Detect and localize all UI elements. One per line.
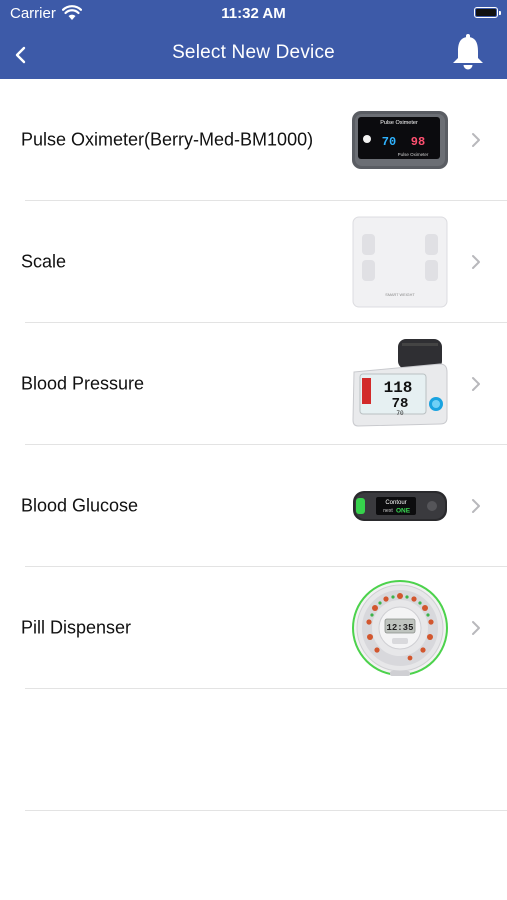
chevron-right-icon: [472, 133, 480, 147]
image-text: 118: [384, 379, 413, 397]
chevron-right-icon: [472, 499, 480, 513]
blood-glucose-meter-image: Contour next ONE: [350, 456, 450, 556]
pill-dispenser-image: 12:35: [350, 578, 450, 678]
empty-row: [0, 689, 507, 811]
image-text: 98: [411, 135, 425, 149]
image-text: 70: [396, 410, 404, 417]
image-text: 12:35: [386, 623, 413, 633]
device-label: Blood Pressure: [21, 373, 145, 394]
image-text: Pulse Oximeter: [398, 152, 429, 157]
status-bar: Carrier 11:32 AM: [0, 0, 507, 28]
device-list: Pulse Oximeter(Berry-Med-BM1000) Pulse O…: [0, 79, 507, 811]
device-row-pulse-oximeter[interactable]: Pulse Oximeter(Berry-Med-BM1000) Pulse O…: [0, 79, 507, 201]
device-label: Blood Glucose: [21, 495, 139, 516]
bell-icon[interactable]: [451, 33, 485, 71]
chevron-right-icon: [472, 621, 480, 635]
page-title: Select New Device: [172, 42, 335, 63]
device-row-blood-pressure[interactable]: Blood Pressure 118 78 70: [0, 323, 507, 445]
image-text: SMART WEIGHT: [385, 293, 415, 297]
nav-header: Carrier 11:32 AM Select New Device: [0, 0, 507, 79]
device-label: Pulse Oximeter(Berry-Med-BM1000): [21, 129, 314, 150]
image-text: next: [383, 508, 393, 514]
scale-image: SMART WEIGHT: [350, 212, 450, 312]
device-row-scale[interactable]: Scale SMART WEIGHT: [0, 201, 507, 323]
chevron-right-icon: [472, 377, 480, 391]
device-label: Scale: [21, 251, 67, 272]
device-row-blood-glucose[interactable]: Blood Glucose Contour next ONE: [0, 445, 507, 567]
device-label: Pill Dispenser: [21, 617, 132, 638]
image-text: Contour: [385, 500, 406, 506]
image-text: 70: [382, 135, 396, 149]
blood-pressure-monitor-image: 118 78 70: [350, 334, 450, 434]
battery-icon: [474, 7, 501, 18]
chevron-right-icon: [472, 255, 480, 269]
status-time: 11:32 AM: [221, 5, 286, 22]
image-text: Pulse Oximeter: [380, 120, 418, 126]
pulse-oximeter-image: Pulse Oximeter 70 98 Pulse Oximeter: [350, 90, 450, 190]
image-text: ONE: [396, 508, 411, 515]
device-row-pill-dispenser[interactable]: Pill Dispenser 12:35: [0, 567, 507, 689]
row-divider: [25, 810, 507, 811]
